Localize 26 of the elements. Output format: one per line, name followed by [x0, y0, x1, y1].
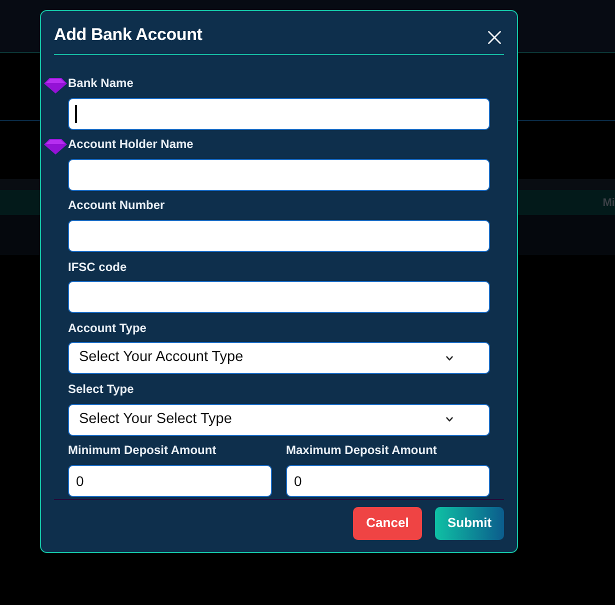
field-label: Account Number: [68, 197, 165, 214]
input-field[interactable]: [68, 281, 490, 314]
field-label: Minimum Deposit Amount: [68, 442, 216, 458]
input-field[interactable]: [68, 220, 490, 252]
select-dropdown[interactable]: Select Your Select Type: [68, 404, 490, 436]
column-header: Mi: [602, 196, 615, 210]
field-label: Account Type: [68, 320, 146, 336]
field-label: IFSC code: [68, 258, 127, 275]
input-field[interactable]: [68, 98, 490, 130]
field-label: Select Type: [68, 380, 134, 397]
input-field[interactable]: [68, 158, 490, 191]
close-button[interactable]: [488, 30, 501, 44]
chevron-down-icon: [446, 356, 453, 361]
close-icon: [488, 30, 501, 44]
field-label: Maximum Deposit Amount: [286, 442, 437, 458]
cancel-button[interactable]: Cancel: [353, 506, 422, 540]
modal-title: Add Bank Account: [54, 24, 202, 46]
submit-button[interactable]: Submit: [435, 506, 504, 540]
select-dropdown[interactable]: Select Your Account Type: [68, 342, 490, 374]
gem-icon[interactable]: [44, 138, 67, 156]
gem-icon[interactable]: [44, 77, 67, 94]
field-label: Bank Name: [68, 75, 134, 91]
chevron-down-icon: [446, 417, 453, 422]
field-label: Account Holder Name: [68, 136, 194, 152]
number-input-field[interactable]: 0: [68, 464, 272, 497]
number-input-field[interactable]: 0: [286, 464, 490, 497]
